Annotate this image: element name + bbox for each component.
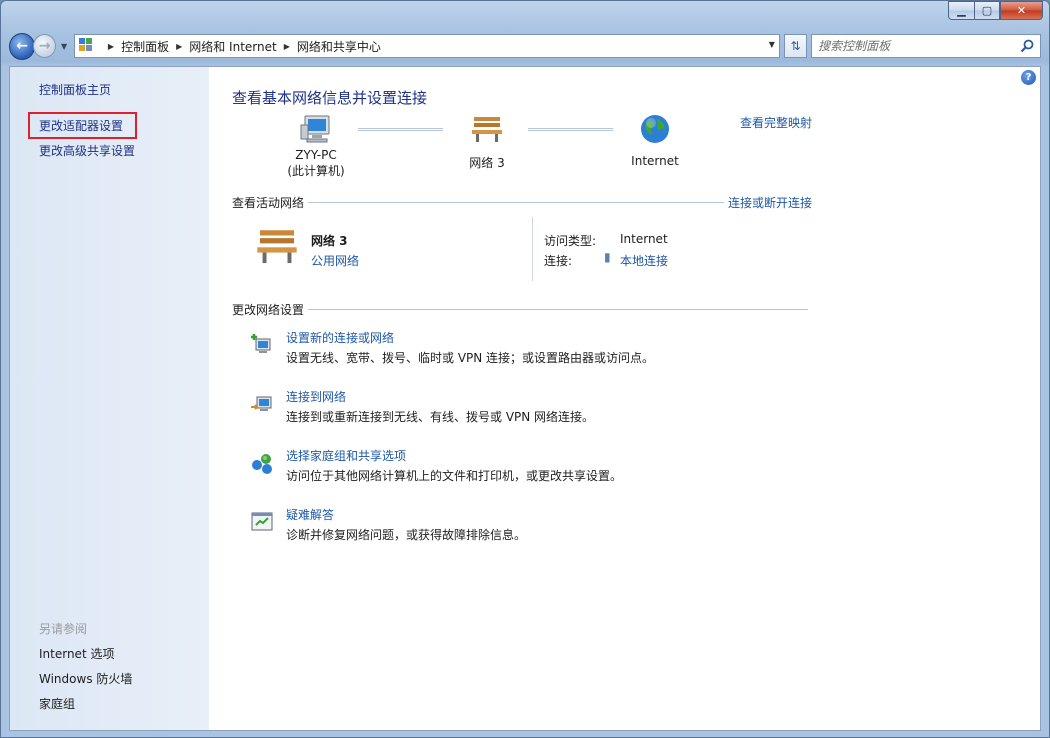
divider xyxy=(308,202,724,203)
connect-network-icon xyxy=(251,396,272,411)
navigation-bar: ← → ▼ ▶ 控制面板 ▶ 网络和 Internet ▶ 网络和共享中心 ▼ … xyxy=(9,31,1041,61)
network-type-link[interactable]: 公用网络 xyxy=(311,252,359,269)
divider xyxy=(532,217,533,281)
search-box xyxy=(811,34,1041,58)
active-networks-label: 查看活动网络 xyxy=(232,196,305,210)
breadcrumb-separator-icon: ▶ xyxy=(107,41,115,51)
page-title: 查看基本网络信息并设置连接 xyxy=(232,89,428,107)
task-desc: 连接到或重新连接到无线、有线、拨号或 VPN 网络连接。 xyxy=(286,410,595,424)
search-icon[interactable] xyxy=(1020,39,1034,53)
new-connection-icon xyxy=(251,334,271,353)
bench-icon xyxy=(257,230,297,264)
task-connect-network[interactable]: 连接到网络 连接到或重新连接到无线、有线、拨号或 VPN 网络连接。 xyxy=(250,388,810,428)
change-settings-header: 更改网络设置 xyxy=(232,301,812,318)
search-input[interactable] xyxy=(818,39,1019,53)
recent-pages-dropdown[interactable]: ▼ xyxy=(58,42,70,51)
caption-buttons: ▁ ▢ ✕ xyxy=(948,1,1043,20)
internet-label: Internet xyxy=(631,154,679,168)
homegroup-icon xyxy=(252,454,272,474)
see-also-heading: 另请参阅 xyxy=(39,622,88,636)
breadcrumb-control-panel[interactable]: 控制面板 xyxy=(121,38,169,55)
map-connector xyxy=(528,128,613,131)
control-panel-icon xyxy=(78,38,97,54)
troubleshoot-icon xyxy=(251,512,273,531)
map-internet[interactable]: Internet xyxy=(622,113,688,168)
sidebar-item-homegroup[interactable]: 家庭组 xyxy=(39,695,75,712)
access-type-label: 访问类型: xyxy=(544,234,597,248)
map-network[interactable]: 网络 3 xyxy=(457,113,517,171)
task-title[interactable]: 疑难解答 xyxy=(286,506,334,523)
task-title[interactable]: 设置新的连接或网络 xyxy=(286,329,394,346)
sidebar-item-change-advanced-sharing[interactable]: 更改高级共享设置 xyxy=(39,142,135,159)
maximize-button[interactable]: ▢ xyxy=(974,1,1000,20)
active-network-name: 网络 3 xyxy=(311,234,348,248)
sidebar-item-change-adapter-settings[interactable]: 更改适配器设置 xyxy=(39,117,123,134)
sidebar: 控制面板主页 更改适配器设置 更改高级共享设置 另请参阅 Internet 选项… xyxy=(10,67,209,730)
task-title[interactable]: 选择家庭组和共享选项 xyxy=(286,447,406,464)
active-networks-header: 查看活动网络 连接或断开连接 xyxy=(232,194,812,211)
chevron-down-icon: ▼ xyxy=(61,41,68,51)
computer-icon xyxy=(300,115,330,143)
computer-sub: (此计算机) xyxy=(287,164,345,178)
local-connection-link[interactable]: 本地连接 xyxy=(620,252,668,269)
task-desc: 设置无线、宽带、拨号、临时或 VPN 连接；或设置路由器或访问点。 xyxy=(286,351,655,365)
access-type-value: Internet xyxy=(620,232,668,246)
refresh-icon: ⇅ xyxy=(790,39,801,53)
help-icon[interactable]: ? xyxy=(1021,70,1036,85)
task-desc: 访问位于其他网络计算机上的文件和打印机，或更改共享设置。 xyxy=(286,469,623,483)
connect-disconnect-link[interactable]: 连接或断开连接 xyxy=(728,194,812,211)
sidebar-item-internet-options[interactable]: Internet 选项 xyxy=(39,645,114,662)
window: ▁ ▢ ✕ ← → ▼ ▶ 控制面板 ▶ 网络和 Internet ▶ 网络和共… xyxy=(0,0,1050,738)
sidebar-item-control-panel-home[interactable]: 控制面板主页 xyxy=(39,81,111,98)
divider xyxy=(308,309,808,310)
task-troubleshoot[interactable]: 疑难解答 诊断并修复网络问题，或获得故障排除信息。 xyxy=(250,506,810,546)
task-desc: 诊断并修复网络问题，或获得故障排除信息。 xyxy=(286,528,527,542)
map-computer[interactable]: ZYY-PC (此计算机) xyxy=(280,113,352,179)
breadcrumb-network-sharing-center[interactable]: 网络和共享中心 xyxy=(297,38,381,55)
network-label: 网络 3 xyxy=(469,156,505,170)
breadcrumb-network-internet[interactable]: 网络和 Internet xyxy=(189,38,276,55)
bench-icon xyxy=(472,117,502,142)
back-button[interactable]: ← xyxy=(9,32,36,60)
close-button[interactable]: ✕ xyxy=(1000,1,1043,20)
forward-button[interactable]: → xyxy=(33,34,57,58)
computer-name: ZYY-PC xyxy=(295,148,337,162)
arrow-right-icon: → xyxy=(38,38,51,54)
breadcrumb-separator-icon[interactable]: ▶ xyxy=(176,42,182,51)
arrow-left-icon: ← xyxy=(16,38,28,54)
map-connector xyxy=(358,128,443,131)
task-homegroup-sharing[interactable]: 选择家庭组和共享选项 访问位于其他网络计算机上的文件和打印机，或更改共享设置。 xyxy=(250,447,810,487)
minimize-button[interactable]: ▁ xyxy=(948,1,974,20)
change-settings-label: 更改网络设置 xyxy=(232,303,305,317)
refresh-button[interactable]: ⇅ xyxy=(783,34,808,58)
chevron-down-icon[interactable]: ▼ xyxy=(769,40,775,49)
task-new-connection[interactable]: 设置新的连接或网络 设置无线、宽带、拨号、临时或 VPN 连接；或设置路由器或访… xyxy=(250,329,810,369)
full-map-link[interactable]: 查看完整映射 xyxy=(740,114,812,131)
sidebar-item-windows-firewall[interactable]: Windows 防火墙 xyxy=(39,670,132,687)
breadcrumb-separator-icon[interactable]: ▶ xyxy=(284,42,290,51)
address-bar[interactable]: ▶ 控制面板 ▶ 网络和 Internet ▶ 网络和共享中心 ▼ xyxy=(73,34,780,58)
client-area: 控制面板主页 更改适配器设置 更改高级共享设置 另请参阅 Internet 选项… xyxy=(9,66,1041,731)
task-title[interactable]: 连接到网络 xyxy=(286,388,346,405)
globe-icon xyxy=(641,115,669,143)
ethernet-icon: ▮ xyxy=(604,250,611,264)
connection-label: 连接: xyxy=(544,254,573,268)
